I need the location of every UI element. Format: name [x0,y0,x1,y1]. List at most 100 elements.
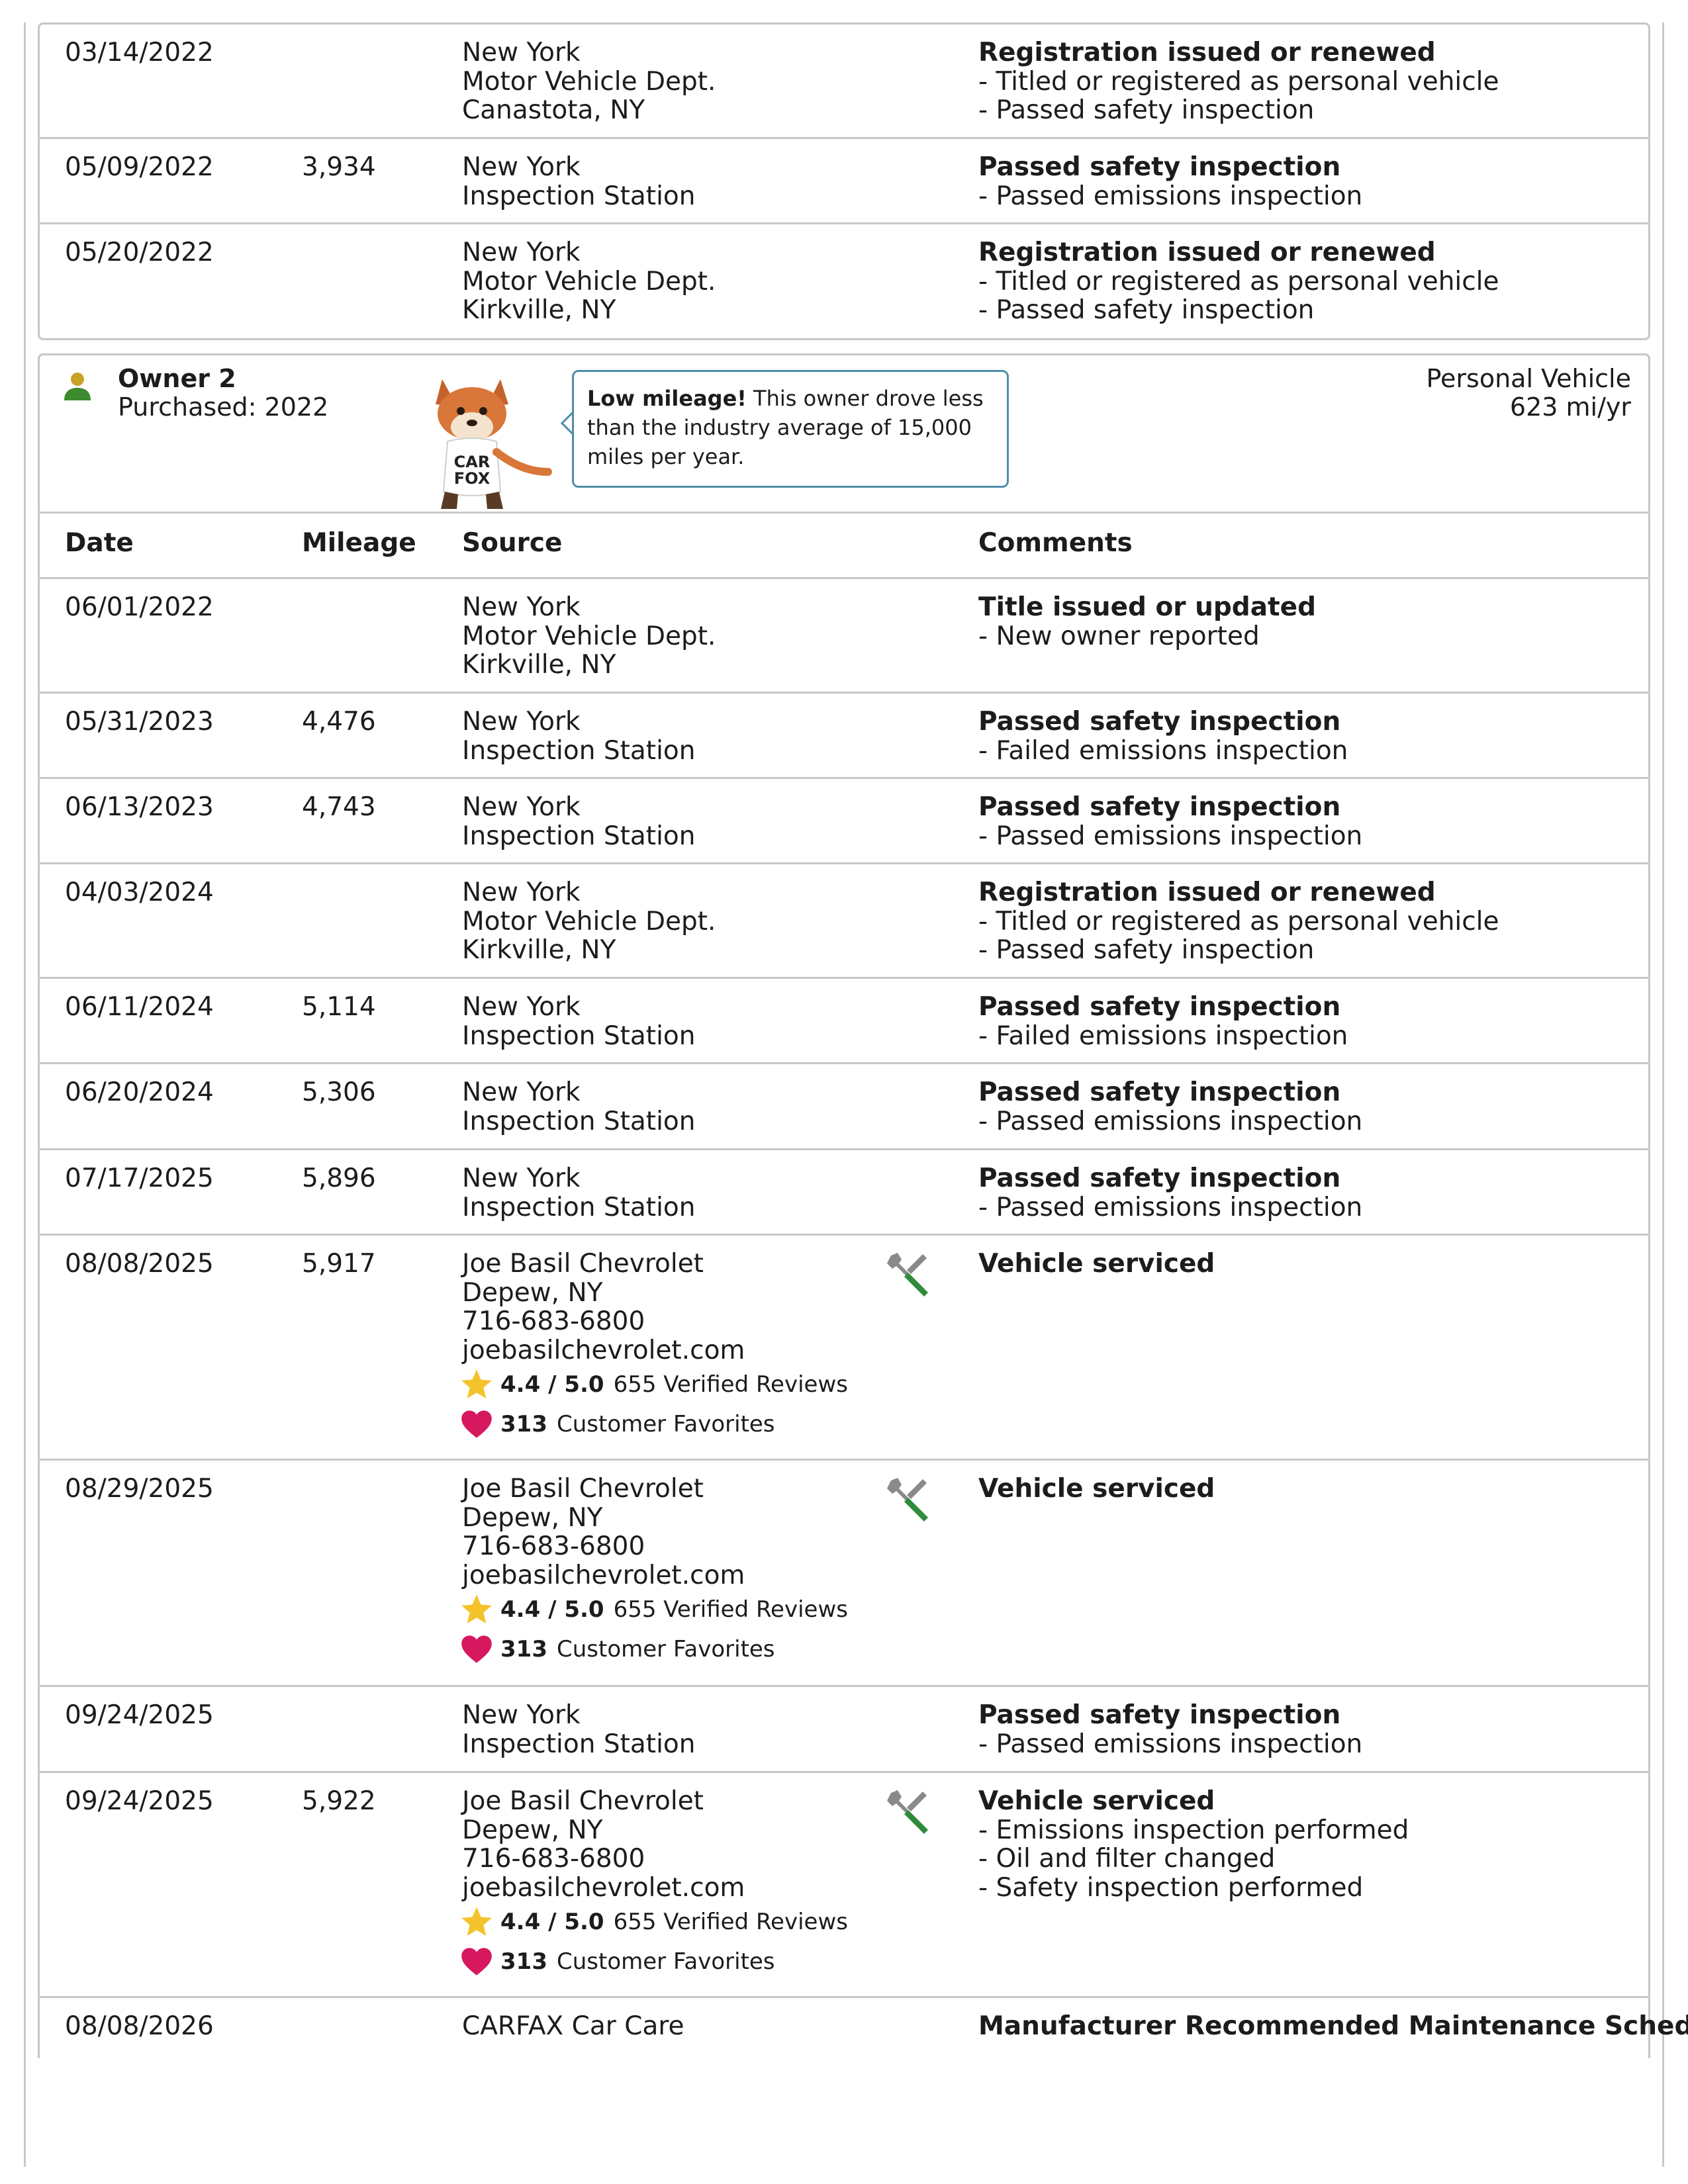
record-mileage: 5,306 [302,1077,376,1107]
person-icon [64,373,91,400]
table-row: 06/01/2022 New York Motor Vehicle Dept. Ki… [40,579,1648,694]
table-row: 04/03/2024 New York Motor Vehicle Dept. Ki… [40,864,1648,979]
record-comments: Passed safety inspection - Failed emissi… [978,992,1348,1051]
record-comments: Passed safety inspection - Passed emissi… [978,792,1363,851]
dealer-rating[interactable]: 4.4 / 5.0 655 Verified Reviews [461,1365,848,1404]
record-source: Joe Basil Chevrolet Depew, NY 716-683-680… [461,1475,848,1669]
record-source: New York Inspection Station [462,1077,696,1136]
svg-text:FOX: FOX [454,469,491,488]
record-comments: Title issued or updated - New owner repo… [978,592,1317,651]
record-date: 03/14/2022 [65,38,214,68]
record-date: 08/29/2025 [65,1474,214,1504]
record-date: 08/08/2026 [65,2011,214,2041]
record-mileage: 5,917 [302,1249,376,1279]
table-row: 08/08/2025 5,917 Joe Basil Chevrolet Depe… [40,1236,1648,1461]
record-comments: Passed safety inspection - Passed emissi… [978,1700,1363,1759]
record-comments: Registration issued or renewed - Titled … [978,878,1499,965]
dealer-website-link[interactable]: joebasilchevrolet.com [462,1336,848,1365]
record-source: New York Inspection Station [462,792,696,851]
dealer-rating[interactable]: 4.4 / 5.0 655 Verified Reviews [461,1590,848,1629]
record-comments: Passed safety inspection - Passed emissi… [978,1163,1363,1222]
star-icon [461,1594,492,1624]
record-mileage: 3,934 [302,152,376,182]
header-mileage: Mileage [302,528,416,558]
dealer-favorites[interactable]: 313 Customer Favorites [461,1404,848,1444]
owner-purchased: Purchased: 2022 [118,392,329,422]
record-mileage: 4,743 [302,792,376,822]
record-date: 06/11/2024 [65,992,214,1022]
table-header: Date Mileage Source Comments [40,512,1648,579]
record-source: Joe Basil Chevrolet Depew, NY 716-683-680… [461,1250,848,1444]
dealer-favorites[interactable]: 313 Customer Favorites [461,1942,848,1981]
table-row: 08/08/2026 CARFAX Car Care Manufacturer … [40,1998,1688,2060]
star-icon [461,1369,492,1399]
record-mileage: 5,922 [302,1786,376,1816]
service-wrench-icon [887,1790,928,1834]
record-date: 09/24/2025 [65,1786,214,1816]
table-row: 06/13/2023 4,743 New York Inspection Stat… [40,779,1648,864]
record-date: 08/08/2025 [65,1249,214,1279]
table-row: 05/20/2022 New York Motor Vehicle Dept. Ki… [40,224,1648,338]
record-source: New York Inspection Station [462,992,696,1051]
table-row: 08/29/2025 Joe Basil Chevrolet Depew, NY … [40,1461,1648,1687]
table-row: 05/09/2022 3,934 New York Inspection Stat… [40,139,1648,224]
record-comments: Registration issued or renewed - Titled … [978,38,1499,125]
record-source: New York Inspection Station [462,1163,696,1222]
record-source: New York Inspection Station [462,152,696,211]
record-date: 05/09/2022 [65,152,214,182]
record-comments: Vehicle serviced [978,1474,1215,1504]
svg-text:CAR: CAR [454,453,491,471]
record-date: 06/20/2024 [65,1077,214,1107]
table-row: 06/11/2024 5,114 New York Inspection Stat… [40,979,1648,1064]
owner2-card: Owner 2 Purchased: 2022 CAR FOX Low mile… [38,353,1688,2060]
record-comments: Manufacturer Recommended Maintenance Sch… [978,2011,1688,2041]
record-comments: Passed safety inspection - Failed emissi… [978,707,1348,766]
record-date: 05/31/2023 [65,707,214,737]
star-icon [461,1907,492,1936]
record-mileage: 4,476 [302,707,376,737]
record-source: New York Motor Vehicle Dept. Kirkville, NY [462,878,716,965]
record-source: New York Motor Vehicle Dept. Kirkville, NY [462,592,716,680]
header-comments: Comments [978,528,1133,558]
record-comments: Vehicle serviced - Emissions inspection … [978,1786,1409,1903]
heart-icon [461,1948,492,1976]
dealer-rating[interactable]: 4.4 / 5.0 655 Verified Reviews [461,1902,848,1942]
vehicle-use-type: Personal Vehicle [1426,364,1631,393]
heart-icon [461,1410,492,1438]
record-comments: Passed safety inspection - Passed emissi… [978,152,1363,211]
dealer-favorites[interactable]: 313 Customer Favorites [461,1629,848,1669]
table-row: 09/24/2025 5,922 Joe Basil Chevrolet Depe… [40,1773,1648,1998]
record-source: CARFAX Car Care [462,2011,684,2041]
record-source: New York Inspection Station [462,707,696,766]
record-source: New York Motor Vehicle Dept. Canastota, NY [462,38,716,125]
table-row: 09/24/2025 New York Inspection Station Pa… [40,1687,1648,1773]
table-row: 07/17/2025 5,896 New York Inspection Stat… [40,1150,1648,1236]
record-source: New York Inspection Station [462,1700,696,1759]
table-row: 03/14/2022 New York Motor Vehicle Dept. Ca… [40,24,1648,139]
service-wrench-icon [887,1478,928,1522]
record-comments: Passed safety inspection - Passed emissi… [978,1077,1363,1136]
record-date: 09/24/2025 [65,1700,214,1730]
owner-title: Owner 2 [118,364,236,393]
service-wrench-icon [887,1253,928,1297]
record-date: 06/13/2023 [65,792,214,822]
record-mileage: 5,896 [302,1163,376,1193]
table-row: 06/20/2024 5,306 New York Inspection Stat… [40,1064,1648,1150]
record-date: 05/20/2022 [65,238,214,267]
header-source: Source [462,528,563,558]
dealer-website-link[interactable]: joebasilchevrolet.com [462,1873,848,1903]
mileage-rate: 623 mi/yr [1509,392,1631,422]
heart-icon [461,1635,492,1663]
record-date: 07/17/2025 [65,1163,214,1193]
record-source: New York Motor Vehicle Dept. Kirkville, NY [462,238,716,325]
record-source: Joe Basil Chevrolet Depew, NY 716-683-680… [461,1787,848,1981]
table-row: 05/31/2023 4,476 New York Inspection Stat… [40,694,1648,779]
header-date: Date [65,528,134,558]
carfox-mascot-icon: CAR FOX [436,379,552,509]
record-mileage: 5,114 [302,992,376,1022]
owner1-records-card: 03/14/2022 New York Motor Vehicle Dept. Ca… [38,23,1650,340]
low-mileage-callout: Low mileage! This owner drove less than … [572,370,1009,488]
dealer-website-link[interactable]: joebasilchevrolet.com [462,1561,848,1590]
record-comments: Registration issued or renewed - Titled … [978,238,1499,325]
record-comments: Vehicle serviced [978,1249,1215,1279]
